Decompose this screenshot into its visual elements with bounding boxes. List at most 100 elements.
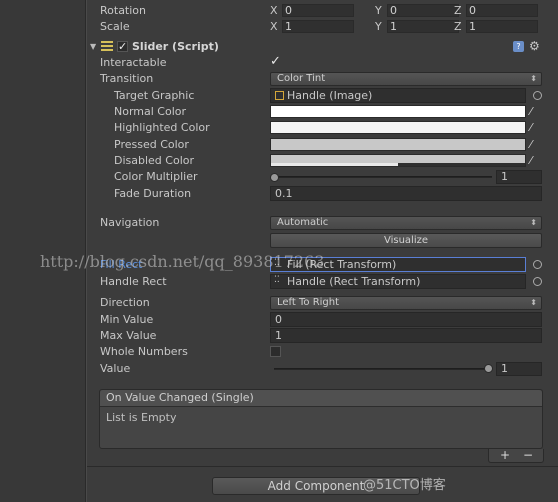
max-value-row: Max Value 1 [87, 328, 558, 344]
event-footer: + − [488, 449, 544, 463]
interactable-label: Interactable [100, 56, 167, 69]
fill-rect-row: Fill Rect Fill (Rect Transform) [87, 257, 558, 273]
fill-rect-field[interactable]: Fill (Rect Transform) [270, 257, 526, 272]
navigation-dropdown[interactable]: Automatic ⬍ [270, 216, 542, 230]
normal-color-row: Normal Color ⁄ [87, 104, 558, 120]
event-header: On Value Changed (Single) [100, 390, 542, 407]
scale-x-field[interactable]: 1 [282, 20, 354, 33]
slider-component-header[interactable]: ▼ ✓ Slider (Script) ? ⚙ [87, 39, 558, 55]
component-enabled-checkbox[interactable]: ✓ [117, 41, 128, 52]
target-graphic-row: Target Graphic Handle (Image) [87, 88, 558, 104]
transition-row: Transition Color Tint ⬍ [87, 71, 558, 87]
image-object-icon [275, 91, 284, 100]
visualize-button[interactable]: Visualize [270, 233, 542, 248]
on-value-changed-event: On Value Changed (Single) List is Empty [99, 389, 543, 449]
normal-color-label: Normal Color [114, 105, 187, 118]
color-multiplier-field[interactable]: 1 [496, 170, 542, 184]
transition-label: Transition [100, 72, 154, 85]
pressed-color-swatch[interactable] [270, 138, 526, 151]
fade-duration-field[interactable]: 0.1 [270, 186, 542, 201]
rotation-row: Rotation X 0 Y 0 Z 0 [87, 3, 558, 19]
fade-duration-row: Fade Duration 0.1 [87, 186, 558, 202]
handle-rect-field[interactable]: Handle (Rect Transform) [270, 274, 526, 289]
color-multiplier-label: Color Multiplier [114, 170, 198, 183]
inspector-panel: Rotation X 0 Y 0 Z 0 Scale X 1 Y 1 Z 1 ▼ [86, 0, 558, 502]
gear-icon[interactable]: ⚙ [529, 39, 540, 53]
remove-listener-button[interactable]: − [523, 449, 533, 462]
site-watermark: @51CTO博客 [363, 478, 446, 493]
target-graphic-value: Handle (Image) [287, 89, 373, 102]
min-value-row: Min Value 0 [87, 312, 558, 328]
highlighted-color-swatch[interactable] [270, 121, 526, 134]
transition-dropdown[interactable]: Color Tint ⬍ [270, 72, 542, 86]
min-value-field[interactable]: 0 [270, 312, 542, 327]
handle-rect-row: Handle Rect Handle (Rect Transform) [87, 274, 558, 290]
object-picker-icon[interactable] [533, 91, 542, 100]
whole-numbers-row: Whole Numbers [87, 344, 558, 360]
rect-transform-icon [274, 258, 284, 270]
target-graphic-field[interactable]: Handle (Image) [270, 88, 526, 103]
foldout-arrow-icon[interactable]: ▼ [90, 42, 96, 51]
color-multiplier-track[interactable] [274, 176, 492, 178]
pressed-color-label: Pressed Color [114, 138, 189, 151]
transition-value: Color Tint [277, 73, 326, 84]
fill-rect-value: Fill (Rect Transform) [287, 258, 397, 271]
scale-y-field[interactable]: 1 [387, 20, 459, 33]
max-value-field[interactable]: 1 [270, 328, 542, 343]
eyedropper-icon[interactable]: ⁄ [530, 122, 542, 134]
direction-label: Direction [100, 296, 150, 309]
axis-x-label: X [270, 4, 278, 17]
direction-dropdown[interactable]: Left To Right ⬍ [270, 296, 542, 310]
dropdown-arrows-icon: ⬍ [530, 218, 537, 227]
value-row: Value 1 [87, 361, 558, 377]
axis-z-label: Z [454, 20, 462, 33]
interactable-row: Interactable ✓ [87, 55, 558, 71]
fade-duration-label: Fade Duration [114, 187, 192, 200]
component-title: Slider (Script) [132, 40, 219, 53]
rotation-label: Rotation [100, 4, 147, 17]
value-slider-handle[interactable] [484, 364, 493, 373]
color-multiplier-handle[interactable] [270, 173, 279, 182]
value-field[interactable]: 1 [496, 362, 542, 376]
navigation-label: Navigation [100, 216, 160, 229]
add-listener-button[interactable]: + [500, 449, 510, 462]
target-graphic-label: Target Graphic [114, 89, 195, 102]
disabled-color-swatch[interactable] [270, 154, 526, 167]
divider [87, 466, 558, 467]
whole-numbers-label: Whole Numbers [100, 345, 188, 358]
axis-y-label: Y [375, 20, 382, 33]
value-slider-track[interactable] [274, 368, 492, 370]
rotation-z-field[interactable]: 0 [466, 4, 538, 17]
direction-value: Left To Right [277, 297, 340, 308]
left-panel [0, 0, 86, 502]
navigation-row: Navigation Automatic ⬍ [87, 215, 558, 231]
axis-z-label: Z [454, 4, 462, 17]
fill-rect-label: Fill Rect [100, 258, 143, 271]
dropdown-arrows-icon: ⬍ [530, 74, 537, 83]
help-book-icon[interactable]: ? [513, 41, 524, 52]
eyedropper-icon[interactable]: ⁄ [530, 139, 542, 151]
object-picker-icon[interactable] [533, 277, 542, 286]
disabled-color-label: Disabled Color [114, 154, 195, 167]
scale-row: Scale X 1 Y 1 Z 1 [87, 19, 558, 35]
min-value-label: Min Value [100, 313, 154, 326]
eyedropper-icon[interactable]: ⁄ [530, 155, 542, 167]
interactable-checkbox[interactable]: ✓ [270, 55, 281, 68]
handle-rect-value: Handle (Rect Transform) [287, 275, 421, 288]
rotation-y-field[interactable]: 0 [387, 4, 459, 17]
object-picker-icon[interactable] [533, 260, 542, 269]
rotation-x-field[interactable]: 0 [282, 4, 354, 17]
eyedropper-icon[interactable]: ⁄ [530, 106, 542, 118]
navigation-value: Automatic [277, 217, 329, 228]
normal-color-swatch[interactable] [270, 105, 526, 118]
slider-component-icon [101, 41, 113, 52]
highlighted-color-row: Highlighted Color ⁄ [87, 120, 558, 136]
axis-y-label: Y [375, 4, 382, 17]
scale-z-field[interactable]: 1 [466, 20, 538, 33]
axis-x-label: X [270, 20, 278, 33]
max-value-label: Max Value [100, 329, 157, 342]
value-label: Value [100, 362, 131, 375]
whole-numbers-checkbox[interactable] [270, 346, 281, 357]
handle-rect-label: Handle Rect [100, 275, 167, 288]
pressed-color-row: Pressed Color ⁄ [87, 137, 558, 153]
